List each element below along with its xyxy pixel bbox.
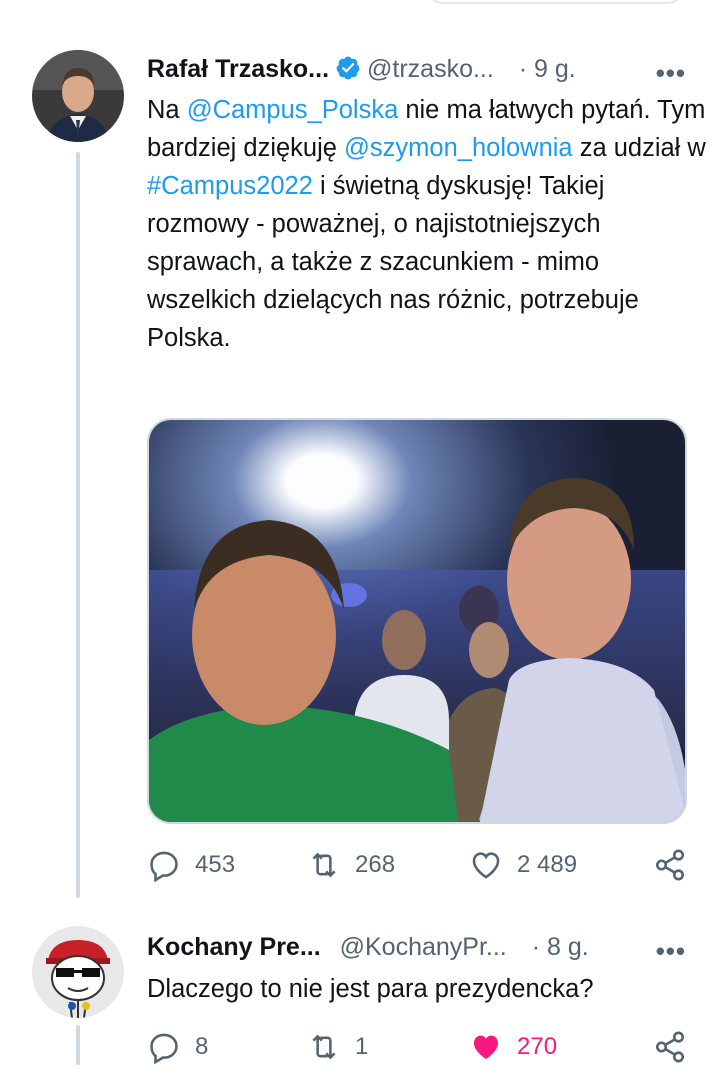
verified-badge-icon: [335, 55, 361, 88]
tweet-actions: 8 1 270: [147, 1030, 692, 1070]
avatar[interactable]: [32, 50, 124, 142]
share-button[interactable]: [653, 1030, 701, 1064]
share-icon: [655, 849, 685, 881]
retweet-icon: [312, 1034, 336, 1060]
more-options-icon[interactable]: •••: [656, 58, 686, 89]
reply-icon: [150, 1033, 178, 1064]
like-button[interactable]: 2 489: [469, 848, 577, 882]
like-count: 270: [517, 1033, 558, 1060]
author-name[interactable]: Rafał Trzasko...: [147, 55, 329, 83]
thread-connector-line: [76, 1025, 80, 1065]
retweet-button[interactable]: 268: [307, 848, 395, 882]
author-name[interactable]: Kochany Pre...: [147, 933, 321, 961]
avatar[interactable]: [32, 926, 124, 1018]
thread-connector-line: [76, 152, 80, 898]
reply-count: 8: [195, 1033, 209, 1060]
tweet-text: Na @Campus_Polska nie ma łatwych pytań. …: [147, 91, 707, 357]
tweet-photo[interactable]: [147, 418, 687, 824]
author-handle[interactable]: @trzasko...: [367, 55, 494, 83]
tweet-text: Dlaczego to nie jest para prezydencka?: [147, 975, 594, 1003]
retweet-count: 268: [355, 851, 396, 878]
reply-button[interactable]: 453: [147, 848, 235, 882]
share-button[interactable]: [653, 848, 701, 882]
reply-count: 453: [195, 851, 236, 878]
like-count: 2 489: [517, 851, 578, 878]
reply-button[interactable]: 8: [147, 1030, 208, 1064]
tweet-text-segment: za udział w: [572, 134, 706, 162]
retweet-count: 1: [355, 1033, 369, 1060]
reply-icon: [150, 851, 178, 882]
heart-icon: [472, 852, 500, 879]
tweet-header: Kochany Pre... @KochanyPr... · 8 g.: [147, 933, 589, 962]
tweet-text-segment: Na: [147, 96, 187, 124]
more-options-icon[interactable]: •••: [656, 936, 686, 967]
tweet-header: Rafał Trzasko... @trzasko... · 9 g.: [147, 55, 576, 88]
retweet-button[interactable]: 1: [307, 1030, 368, 1064]
mention-link[interactable]: @Campus_Polska: [187, 96, 399, 124]
retweet-icon: [312, 852, 336, 878]
hashtag-link[interactable]: #Campus2022: [147, 172, 313, 200]
tweet-actions: 453 268 2 489: [147, 848, 692, 888]
like-button[interactable]: 270: [469, 1030, 557, 1064]
tweet-time[interactable]: · 8 g.: [532, 933, 589, 961]
heart-icon: [473, 1035, 499, 1060]
share-icon: [655, 1031, 685, 1063]
tweet-time[interactable]: · 9 g.: [519, 55, 576, 83]
author-handle[interactable]: @KochanyPr...: [340, 933, 507, 961]
mention-link[interactable]: @szymon_holownia: [344, 134, 573, 162]
top-button-edge[interactable]: [426, 0, 684, 4]
